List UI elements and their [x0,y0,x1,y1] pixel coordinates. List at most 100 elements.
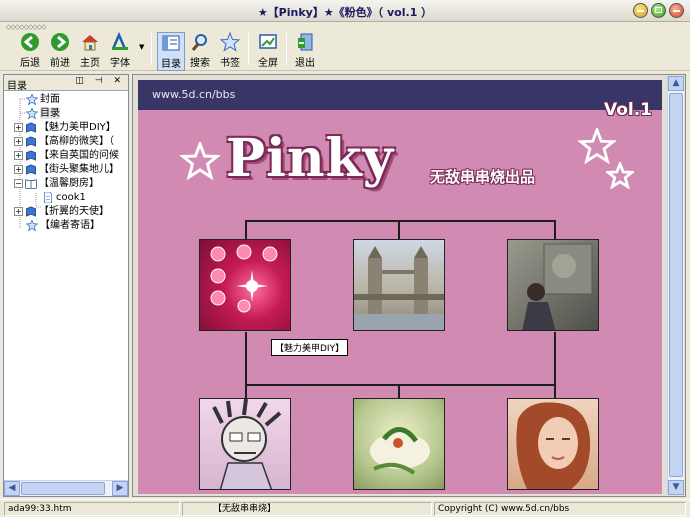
connector-line [245,220,247,240]
scroll-up-icon[interactable]: ▲ [668,76,684,91]
street-thumbnail[interactable] [507,239,599,331]
tree-item-uk[interactable]: + 【来自英国的问候 [14,149,119,163]
forward-label: 前进 [50,58,70,69]
status-filename: ada99:33.htm [4,502,180,516]
expand-icon[interactable]: + [14,136,23,146]
search-icon [191,34,207,51]
status-publisher: 【无敌串串烧】 [182,502,432,516]
tree-item-nail-diy[interactable]: + 【魅力美甲DIY】 [14,121,116,135]
kitchen-thumbnail[interactable] [353,398,445,490]
star-icon [606,162,634,189]
book-icon [26,206,36,217]
scroll-thumb[interactable] [669,93,683,477]
pinky-logo: Pinky [226,128,394,189]
forward-icon [51,33,69,51]
page-icon [43,191,53,203]
title-bar: ★【Pinky】★《粉色》（ vol.1 ） [0,0,690,22]
contents-button[interactable]: 目录 [157,32,185,71]
home-button[interactable]: 主页 [76,32,104,69]
toolbar: 后退 前进 主页 字体 ▼ 目录 搜索 书签 全屏 退出 [0,29,690,71]
font-icon [111,32,128,50]
scroll-thumb[interactable] [21,482,105,495]
woman-portrait-image [516,402,591,489]
expand-icon[interactable]: + [14,122,23,132]
herb-dish-image [370,427,430,475]
close-button[interactable] [669,3,684,18]
tree-item-editor[interactable]: 【编者寄语】 [26,219,100,233]
book-icon [26,164,36,175]
window-title: ★【Pinky】★《粉色》（ vol.1 ） [257,6,433,19]
toolbar-separator [248,33,249,65]
nail-beads-image [210,244,278,313]
toolbar-separator [286,33,287,65]
scroll-down-icon[interactable]: ▼ [668,480,684,495]
tree-item-label: 【编者寄语】 [40,220,100,231]
tree-item-label: 【来自英国的问候 [39,150,119,161]
tree-item-smile[interactable]: + 【高柳的微笑】（ [14,135,114,149]
connector-line [398,220,400,240]
contents-label: 目录 [161,59,181,70]
exit-button[interactable]: 退出 [291,32,319,69]
collapse-icon[interactable]: − [14,178,23,188]
tree-item-cook1[interactable]: cook1 [42,191,86,205]
london-bridge-thumbnail[interactable] [353,239,445,331]
book-icon [26,122,36,133]
book-icon [26,136,36,147]
connector-line [245,220,556,222]
maximize-button[interactable] [651,3,666,18]
tree-item-label: 目录 [40,108,60,119]
scroll-left-icon[interactable]: ◀ [4,481,20,496]
contents-panel: 目录 ◫ ⊣ ✕ 封面 目录 + 【魅力美甲DIY】 + 【高柳的微笑】（ + 【来自… [3,74,129,497]
tree-item-label: 【街头聚集地儿】 [39,164,119,175]
temple-person-image [522,243,593,330]
tree-item-angel[interactable]: + 【折翼的天使】 [14,205,109,219]
bookmark-label: 书签 [220,58,240,69]
tree-item-contents[interactable]: 目录 [26,107,60,121]
cartoon-character-image [212,399,282,489]
tree-item-street[interactable]: + 【街头聚集地儿】 [14,163,119,177]
horizontal-scrollbar[interactable]: ◀ ▶ [4,480,128,496]
panel-title: 目录 [7,81,27,92]
expand-icon[interactable]: + [14,150,23,160]
bookmark-icon [220,32,240,52]
fullscreen-button[interactable]: 全屏 [254,32,282,69]
back-button[interactable]: 后退 [16,32,44,69]
panel-header: 目录 ◫ ⊣ ✕ [4,75,128,92]
bookmark-button[interactable]: 书签 [216,32,244,69]
font-button[interactable]: 字体 [106,32,134,69]
tree-item-kitchen[interactable]: − 【温馨厨房】 [14,177,99,191]
scroll-right-icon[interactable]: ▶ [112,481,128,496]
fullscreen-label: 全屏 [258,58,278,69]
star-icon [180,142,220,180]
status-copyright: Copyright (C) www.5d.cn/bbs [434,502,686,516]
header-bar: www.5d.cn/bbs [138,80,662,110]
expand-icon[interactable]: + [14,164,23,174]
forward-button[interactable]: 前进 [46,32,74,69]
status-bar: ada99:33.htm 【无敌串串烧】 Copyright (C) www.5… [0,499,690,517]
angel-thumbnail[interactable] [507,398,599,490]
minimize-button[interactable] [633,3,648,18]
volume-label: Vol.1 [603,100,652,120]
expand-icon[interactable]: + [14,206,23,216]
font-label: 字体 [110,58,130,69]
bbs-url[interactable]: www.5d.cn/bbs [152,88,235,101]
panel-header-buttons[interactable]: ◫ ⊣ ✕ [75,76,125,86]
toolbar-separator [151,33,152,65]
vertical-scrollbar[interactable]: ▲ ▼ [667,76,684,495]
tree-item-cover[interactable]: 封面 [26,93,60,107]
content-pane: www.5d.cn/bbs Vol.1 Pinky 无敌串串烧出品 【魅力美甲D… [132,74,686,497]
nail-diy-thumbnail[interactable] [199,239,291,331]
magazine-page: www.5d.cn/bbs Vol.1 Pinky 无敌串串烧出品 【魅力美甲D… [138,80,662,494]
star-page-icon [26,107,38,119]
exit-icon [298,33,313,51]
open-book-icon [25,178,37,189]
tree-item-label: 封面 [40,94,60,105]
font-dropdown-icon[interactable]: ▼ [139,43,144,51]
home-label: 主页 [80,58,100,69]
search-button[interactable]: 搜索 [186,32,214,69]
cartoon-thumbnail[interactable] [199,398,291,490]
tree-item-label: 【折翼的天使】 [39,206,109,217]
connector-line [245,332,247,400]
book-icon [26,150,36,161]
contents-icon [162,35,180,51]
